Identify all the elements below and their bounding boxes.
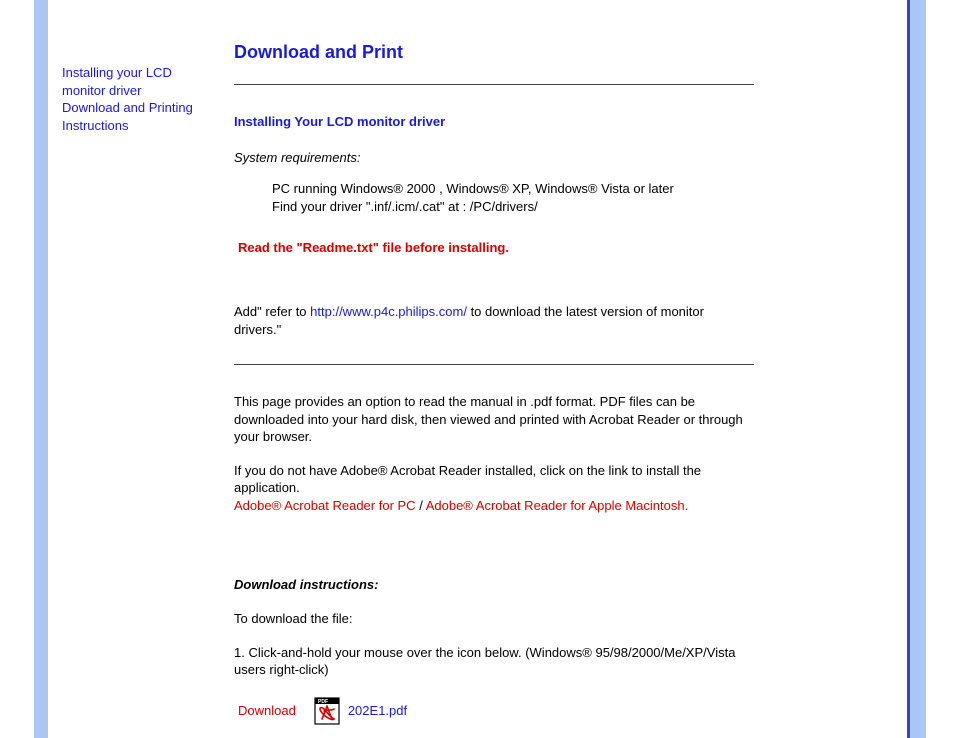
acrobat-block: If you do not have Adobe® Acrobat Reader…: [234, 462, 754, 515]
sidebar-link-install[interactable]: Installing your LCD monitor driver: [62, 65, 172, 98]
main-content: Download and Print Installing Your LCD m…: [234, 40, 754, 738]
page-title: Download and Print: [234, 40, 754, 64]
subheading-install: Installing Your LCD monitor driver: [234, 113, 754, 131]
pdf-intro-text: This page provides an option to read the…: [234, 393, 754, 446]
sidebar-nav: Installing your LCD monitor driver Downl…: [62, 64, 217, 134]
download-preline: To download the file:: [234, 610, 754, 628]
download-step-1: 1. Click-and-hold your mouse over the ic…: [234, 644, 754, 679]
download-label: Download: [238, 702, 296, 720]
sysreq-line-2: Find your driver ".inf/.icm/.cat" at : /…: [272, 198, 754, 216]
decor-bar-left: [34, 0, 48, 738]
acrobat-intro: If you do not have Adobe® Acrobat Reader…: [234, 463, 701, 496]
pdf-filename: 202E1.pdf: [348, 702, 407, 720]
acrobat-pc-link[interactable]: Adobe® Acrobat Reader for PC: [234, 498, 416, 513]
sysreq-line-1: PC running Windows® 2000 , Windows® XP, …: [272, 180, 754, 198]
download-row: Download PDF 202E1.pdf: [238, 697, 754, 725]
divider-mid: [234, 364, 754, 365]
pdf-download-link[interactable]: PDF 202E1.pdf: [314, 697, 407, 725]
sysreq-block: PC running Windows® 2000 , Windows® XP, …: [272, 180, 754, 215]
add-prefix: Add" refer to: [234, 304, 310, 319]
sidebar-link-download-print[interactable]: Download and Printing Instructions: [62, 100, 193, 133]
add-refer-line: Add" refer to http://www.p4c.philips.com…: [234, 303, 754, 338]
acrobat-mac-link[interactable]: Adobe® Acrobat Reader for Apple Macintos…: [426, 498, 689, 513]
divider-top: [234, 84, 754, 85]
sysreq-label: System requirements:: [234, 149, 754, 167]
svg-text:PDF: PDF: [318, 699, 328, 705]
acrobat-sep: /: [416, 498, 426, 513]
download-instructions-head: Download instructions:: [234, 576, 754, 594]
decor-bar-right: [910, 0, 926, 738]
philips-link[interactable]: http://www.p4c.philips.com/: [310, 304, 467, 319]
readme-warning: Read the "Readme.txt" file before instal…: [238, 239, 754, 257]
pdf-icon: PDF: [314, 697, 340, 725]
page-root: Installing your LCD monitor driver Downl…: [0, 0, 954, 738]
